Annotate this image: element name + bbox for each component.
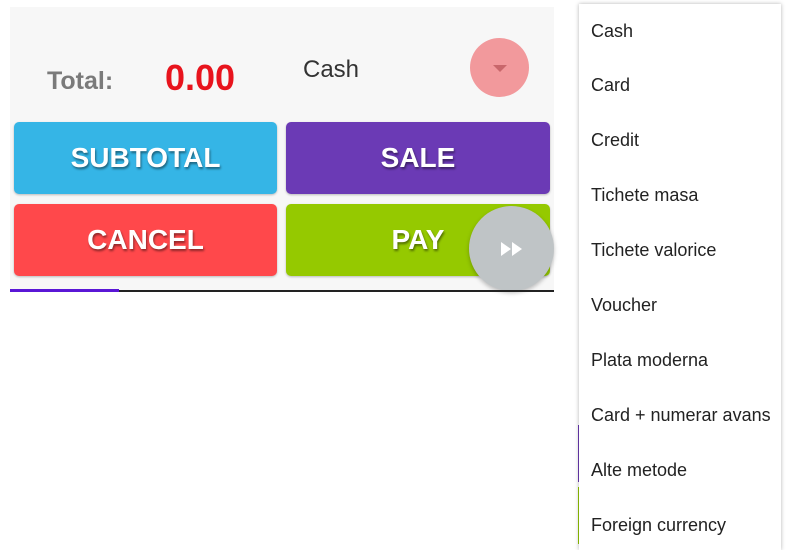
sale-button-label: SALE — [380, 142, 456, 173]
subtotal-button[interactable]: SUBTOTAL — [14, 122, 277, 194]
cancel-button[interactable]: CANCEL — [14, 204, 277, 276]
dropdown-option-credit[interactable]: Credit — [579, 113, 781, 168]
dropdown-option-plata-moderna[interactable]: Plata moderna — [579, 333, 781, 388]
total-label: Total: — [47, 67, 114, 95]
payment-method-selected[interactable]: Cash — [303, 56, 359, 84]
pay-button-label: PAY — [391, 224, 445, 255]
chevron-down-icon — [493, 65, 507, 72]
dropdown-option-alte-metode[interactable]: Alte metode — [579, 443, 781, 498]
total-value: 0.00 — [165, 57, 236, 98]
dropdown-option-tichete-masa[interactable]: Tichete masa — [579, 168, 781, 223]
dropdown-option-card-numerar-avans[interactable]: Card + numerar avans — [579, 388, 781, 443]
dropdown-option-card[interactable]: Card — [579, 58, 781, 113]
fast-forward-icon — [500, 241, 522, 256]
payment-method-dropdown: Cash Card Credit Tichete masa Tichete valori… — [579, 4, 781, 550]
dropdown-option-foreign-currency[interactable]: Foreign currency — [579, 498, 781, 550]
cancel-button-label: CANCEL — [87, 224, 204, 255]
progress-bar — [10, 289, 119, 292]
payment-dropdown-button[interactable] — [470, 38, 529, 97]
dropdown-option-cash[interactable]: Cash — [579, 4, 781, 58]
dropdown-option-voucher[interactable]: Voucher — [579, 278, 781, 333]
sale-button[interactable]: SALE — [286, 122, 550, 194]
dropdown-option-tichete-valorice[interactable]: Tichete valorice — [579, 223, 781, 278]
subtotal-button-label: SUBTOTAL — [70, 142, 221, 173]
forward-button[interactable] — [469, 206, 554, 291]
progress-track — [10, 289, 554, 292]
pos-panel: Total: 0.00 Cash SUBTOTAL SALE CANCEL PA… — [10, 7, 554, 291]
